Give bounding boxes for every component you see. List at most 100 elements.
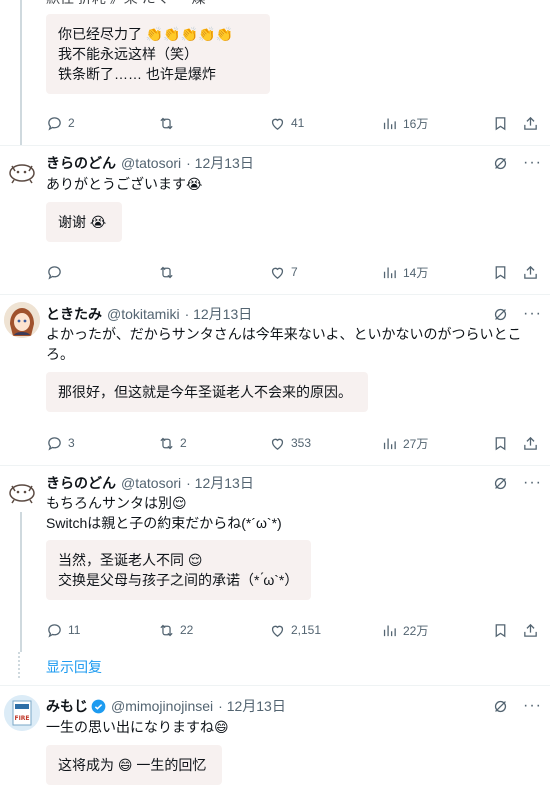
grok-icon[interactable] — [492, 698, 509, 715]
translation-line: 谢谢 😭 — [58, 214, 107, 230]
views-count: 27万 — [403, 436, 429, 451]
bookmark-icon — [492, 264, 509, 281]
retweet-icon — [158, 622, 175, 639]
translation-line: 当然，圣诞老人不同 😌 — [58, 552, 203, 568]
share-button[interactable] — [522, 113, 539, 133]
divider — [0, 145, 550, 146]
views-button[interactable]: 14万 — [381, 262, 428, 282]
like-icon — [269, 115, 286, 132]
views-count: 14万 — [403, 265, 429, 280]
like-count: 353 — [291, 436, 312, 450]
translation-box: 谢谢 😭 — [46, 202, 122, 242]
translation-line: 铁条断了…… 也许是爆炸 — [58, 66, 216, 82]
reply-button[interactable]: 3 — [46, 433, 75, 453]
like-icon — [269, 622, 286, 639]
thread-dots — [18, 652, 22, 678]
show-replies-link[interactable]: 显示回复 — [46, 657, 102, 677]
translation-line: 你已经尽力了 👏👏👏👏👏 — [58, 26, 234, 42]
views-icon — [381, 264, 398, 281]
views-count: 16万 — [403, 116, 429, 131]
retweet-button[interactable] — [158, 113, 180, 133]
like-count: 2,151 — [291, 623, 322, 637]
retweet-button[interactable] — [158, 262, 180, 282]
bookmark-icon — [492, 435, 509, 452]
bookmark-button[interactable] — [492, 262, 509, 282]
reply-button[interactable]: 11 — [46, 620, 80, 640]
retweet-count: 22 — [180, 623, 194, 637]
share-button[interactable] — [522, 433, 539, 453]
display-name[interactable]: ときたみ — [46, 304, 102, 324]
tweet-header: みもじ @mimojinojinsei · 12月13日 ··· — [46, 696, 542, 716]
views-button[interactable]: 27万 — [381, 433, 428, 453]
tweet-date[interactable]: · 12月13日 — [185, 304, 253, 324]
reply-count: 2 — [68, 116, 75, 130]
avatar[interactable]: FIRE — [4, 695, 40, 731]
display-name[interactable]: きらのどん — [46, 153, 116, 173]
reply-count: 11 — [68, 623, 81, 637]
user-handle[interactable]: @tatosori — [121, 155, 181, 171]
tweet-actions: 7 14万 — [46, 262, 542, 282]
retweet-button[interactable]: 22 — [158, 620, 193, 640]
views-icon — [381, 435, 398, 452]
reply-icon — [46, 622, 63, 639]
tweet-actions: 2 41 16万 — [46, 113, 542, 133]
svg-text:FIRE: FIRE — [14, 715, 29, 722]
more-icon[interactable]: ··· — [523, 697, 542, 715]
verified-icon — [91, 699, 106, 713]
retweet-button[interactable]: 2 — [158, 433, 187, 453]
translation-line: 这将成为 😄 一生的回忆 — [58, 757, 207, 773]
more-icon[interactable]: ··· — [523, 154, 542, 172]
retweet-count: 2 — [180, 436, 187, 450]
reply-button[interactable] — [46, 262, 68, 282]
share-icon — [522, 622, 539, 639]
bookmark-button[interactable] — [492, 620, 509, 640]
divider — [0, 685, 550, 686]
display-name[interactable]: みもじ — [46, 696, 88, 716]
thread-line — [20, 512, 22, 652]
bookmark-button[interactable] — [492, 433, 509, 453]
user-handle[interactable]: @mimojinojinsei — [111, 698, 213, 714]
tweet-date[interactable]: · 12月13日 — [186, 473, 254, 493]
more-icon[interactable]: ··· — [523, 305, 542, 323]
tweet-text: もちろんサンタは別😌 Switchは親と子の約束だからね(*´ω`*) — [46, 493, 536, 533]
like-count: 41 — [291, 116, 305, 130]
translation-box: 这将成为 😄 一生的回忆 — [46, 745, 222, 785]
tweet-date[interactable]: · 12月13日 — [186, 153, 254, 173]
views-button[interactable]: 22万 — [381, 620, 428, 640]
views-icon — [381, 622, 398, 639]
avatar[interactable] — [4, 152, 40, 188]
user-handle[interactable]: @tokitamiki — [107, 306, 180, 322]
grok-icon[interactable] — [492, 306, 509, 323]
translation-line: 我不能永远这样（笑） — [58, 46, 198, 62]
grok-icon[interactable] — [492, 475, 509, 492]
tweet-text: よかったが、だからサンタさんは今年来ないよ、といかないのがつらいところ。 — [46, 326, 522, 362]
tweet-actions: 11 22 2,151 22万 — [46, 620, 542, 640]
user-handle[interactable]: @tatosori — [121, 475, 181, 491]
display-name[interactable]: きらのどん — [46, 473, 116, 493]
tweet-header: ときたみ @tokitamiki · 12月13日 ··· — [46, 304, 542, 324]
tweet-text: ありがとうございます😭 — [46, 176, 203, 192]
tweet-text-line: Switchは親と子の約束だからね(*´ω`*) — [46, 515, 282, 531]
tweet-actions: 3 2 353 27万 — [46, 433, 542, 453]
tweet-header: きらのどん @tatosori · 12月13日 ··· — [46, 153, 542, 173]
views-button[interactable]: 16万 — [381, 113, 428, 133]
share-button[interactable] — [522, 262, 539, 282]
more-icon[interactable]: ··· — [523, 474, 542, 492]
divider — [0, 465, 550, 466]
translation-box: 那很好，但这就是今年圣诞老人不会来的原因。 — [46, 372, 368, 412]
avatar[interactable] — [4, 302, 40, 338]
translation-box: 你已经尽力了 👏👏👏👏👏 我不能永远这样（笑） 铁条断了…… 也许是爆炸 — [46, 14, 270, 94]
bookmark-button[interactable] — [492, 113, 509, 133]
avatar[interactable] — [4, 472, 40, 508]
share-icon — [522, 264, 539, 281]
tweet-header: きらのどん @tatosori · 12月13日 ··· — [46, 473, 542, 493]
like-button[interactable]: 353 — [269, 433, 311, 453]
like-button[interactable]: 2,151 — [269, 620, 321, 640]
like-button[interactable]: 41 — [269, 113, 304, 133]
share-button[interactable] — [522, 620, 539, 640]
grok-icon[interactable] — [492, 155, 509, 172]
reply-button[interactable]: 2 — [46, 113, 75, 133]
like-button[interactable]: 7 — [269, 262, 298, 282]
tweet-date[interactable]: · 12月13日 — [218, 696, 286, 716]
bookmark-icon — [492, 115, 509, 132]
